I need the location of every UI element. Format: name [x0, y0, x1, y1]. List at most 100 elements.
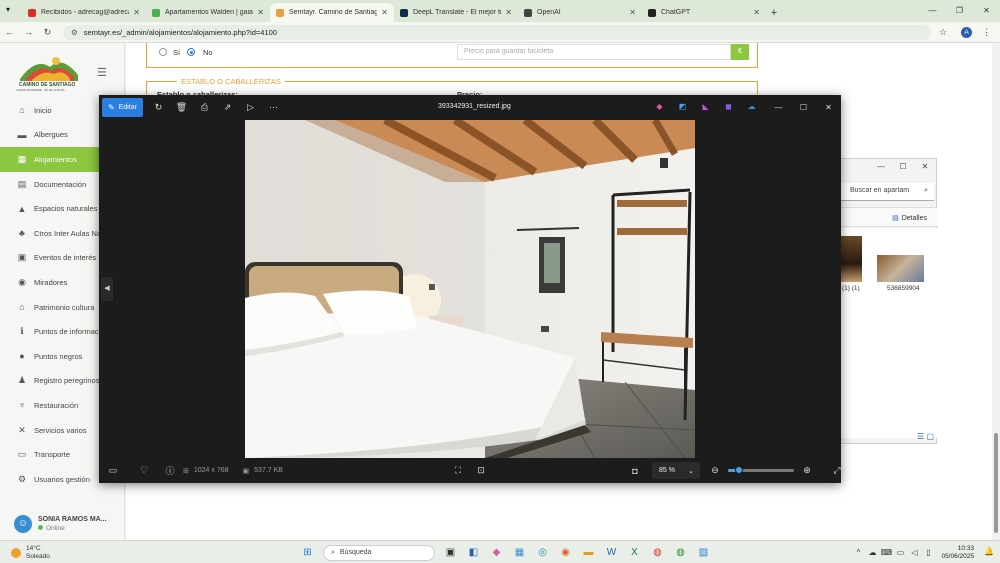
file-explorer-icon[interactable]: ▬	[577, 544, 600, 561]
word-icon[interactable]: W	[600, 544, 623, 561]
network-icon[interactable]: ▭	[893, 548, 907, 557]
zoom-slider-knob[interactable]	[735, 466, 744, 474]
user-status: Online	[38, 525, 107, 532]
tab-favicon-icon	[400, 8, 408, 17]
fullscreen-icon[interactable]: ⤢	[824, 465, 850, 476]
screenshot-icon[interactable]: ◘	[622, 466, 648, 476]
back-icon[interactable]: ←	[0, 27, 19, 37]
excel-icon[interactable]: X	[623, 544, 646, 561]
onedrive-icon[interactable]: ☁	[740, 102, 763, 111]
details-button[interactable]: ▤ Detalles	[892, 214, 927, 222]
new-tab-button[interactable]: +	[766, 3, 782, 22]
tray-overflow-icon[interactable]: ^	[851, 548, 865, 557]
sidebar-item-label: Espacios naturales	[34, 204, 98, 214]
actual-size-icon[interactable]: ⊡	[468, 465, 494, 476]
radio-yes[interactable]	[159, 48, 167, 56]
edit-button[interactable]: ✎ Editar	[102, 98, 143, 117]
sidebar-item-label: Albergues	[34, 130, 68, 140]
taskbar-clock[interactable]: 10:33 05/06/2025	[941, 545, 974, 560]
filmstrip-icon[interactable]: ▭	[100, 465, 126, 476]
sidebar-item-label: Miradores	[34, 277, 68, 287]
cloud-icon[interactable]: ☁	[865, 548, 879, 557]
forward-icon[interactable]: →	[19, 27, 38, 37]
tab-search-icon[interactable]: ▾	[6, 5, 10, 14]
tab-close-icon[interactable]: ✕	[629, 8, 636, 17]
start-windows-icon[interactable]: ⊞	[296, 544, 319, 561]
more-options-icon[interactable]: ⋯	[262, 102, 285, 113]
explorer-search-input[interactable]: Buscar en apartam ⌕	[841, 183, 934, 201]
task-view-icon[interactable]: ▣	[439, 544, 462, 561]
app-shortcuts: ◆ ◩ ◣ ◼ ☁	[648, 102, 763, 111]
explorer-maximize-icon[interactable]: ☐	[892, 159, 914, 175]
zoom-in-icon[interactable]: ⊕	[800, 465, 814, 476]
browser-tab[interactable]: Semtayr. Camino de Santiago. I...✕	[270, 3, 394, 22]
tab-close-icon[interactable]: ✕	[381, 8, 388, 17]
chrome-icon[interactable]: ◍	[646, 544, 669, 561]
tab-close-icon[interactable]: ✕	[505, 8, 512, 17]
previous-image-arrow-icon[interactable]: ◀	[101, 277, 113, 301]
dimensions-icon: ⊞	[183, 467, 189, 475]
tab-close-icon[interactable]: ✕	[133, 8, 140, 17]
reload-icon[interactable]: ↻	[38, 27, 57, 38]
favorite-heart-icon[interactable]: ♡	[131, 465, 157, 476]
photos-app-icon[interactable]: ◼	[717, 102, 740, 111]
print-icon[interactable]: ⎙	[193, 102, 216, 113]
designer-icon[interactable]: ◩	[671, 102, 694, 111]
browser-menu-icon[interactable]: ⋮	[982, 27, 991, 38]
viewer-maximize-icon[interactable]: ☐	[791, 95, 816, 120]
delete-icon[interactable]: 🗑	[170, 102, 193, 113]
browser-tab[interactable]: Apartamentos Walden | gaiarec... ✕	[146, 3, 270, 22]
file-thumbnail[interactable]	[877, 255, 924, 282]
tab-close-icon[interactable]: ✕	[257, 8, 264, 17]
viewer-close-icon[interactable]: ✕	[816, 95, 841, 120]
scrollbar-thumb[interactable]	[994, 433, 998, 533]
page-scrollbar[interactable]	[992, 43, 1000, 540]
taskbar-search[interactable]: ⌕ Búsqueda	[323, 544, 435, 561]
copilot-icon[interactable]: ◆	[648, 102, 671, 111]
tab-close-icon[interactable]: ✕	[753, 8, 760, 17]
zoom-slider[interactable]	[728, 466, 794, 474]
radio-no[interactable]	[187, 48, 195, 56]
viewer-minimize-icon[interactable]: —	[766, 95, 791, 120]
volume-icon[interactable]: ◁	[907, 548, 921, 557]
slideshow-icon[interactable]: ▷	[239, 102, 262, 113]
browser-tab[interactable]: Recibidos - adrecag@adrecag... ✕	[22, 3, 146, 22]
restore-icon[interactable]: ❐	[946, 0, 973, 22]
bookmark-star-icon[interactable]: ☆	[939, 27, 947, 38]
zoom-out-icon[interactable]: ⊖	[708, 465, 722, 476]
camino-logo[interactable]: CAMINO DE SANTIAGO CAMINO MOZÁRABE · VÍA…	[16, 49, 82, 99]
share-icon[interactable]: ⇗	[216, 102, 239, 113]
url-field[interactable]: ⚙ semtayr.es/_admin/alojamientos/alojami…	[63, 24, 931, 40]
chrome-profile-icon[interactable]: ◍	[669, 544, 692, 561]
rotate-icon[interactable]: ↻	[147, 102, 170, 113]
edge-icon[interactable]: ◎	[531, 544, 554, 561]
zoom-level-dropdown[interactable]: 85 % ⌄	[652, 462, 700, 479]
bicycle-price-input[interactable]: Precio para guardar bicicleta	[457, 44, 731, 60]
copilot-taskbar-icon[interactable]: ◆	[485, 544, 508, 561]
browser-tab[interactable]: ChatGPT ✕	[642, 3, 766, 22]
firefox-icon[interactable]: ◉	[554, 544, 577, 561]
explorer-toolbar: ▤ Detalles	[837, 207, 938, 227]
widgets-icon[interactable]: ◧	[462, 544, 485, 561]
minimize-icon[interactable]: —	[919, 0, 946, 22]
profile-avatar[interactable]: A	[961, 26, 973, 38]
file-label: ) (1) (1)	[838, 285, 860, 292]
explorer-close-icon[interactable]: ✕	[914, 159, 936, 175]
file-info-icon[interactable]: ⓘ	[157, 464, 183, 477]
close-icon[interactable]: ✕	[973, 0, 1000, 22]
hamburger-menu-icon[interactable]: ☰	[97, 66, 107, 79]
browser-tab[interactable]: OpenAI ✕	[518, 3, 642, 22]
weather-widget[interactable]: 14°C Soleado	[11, 545, 50, 560]
browser-tab[interactable]: DeepL Translate - El mejor tradu...✕	[394, 3, 518, 22]
user-panel[interactable]: ☺ SONIA RAMOS MA... Online	[14, 515, 107, 533]
site-info-icon[interactable]: ⚙	[71, 28, 78, 37]
explorer-minimize-icon[interactable]: —	[870, 159, 892, 175]
url-text: semtayr.es/_admin/alojamientos/alojamien…	[83, 27, 277, 37]
notifications-bell-icon[interactable]: 🔔	[984, 547, 994, 556]
clipchamp-icon[interactable]: ◣	[694, 102, 717, 111]
language-icon[interactable]: ⌨	[879, 548, 893, 557]
store-icon[interactable]: ▦	[508, 544, 531, 561]
view-mode-icons[interactable]: ☰ ▢	[917, 432, 934, 441]
photos-taskbar-icon[interactable]: ▨	[692, 544, 715, 561]
battery-icon[interactable]: ▯	[921, 548, 935, 557]
